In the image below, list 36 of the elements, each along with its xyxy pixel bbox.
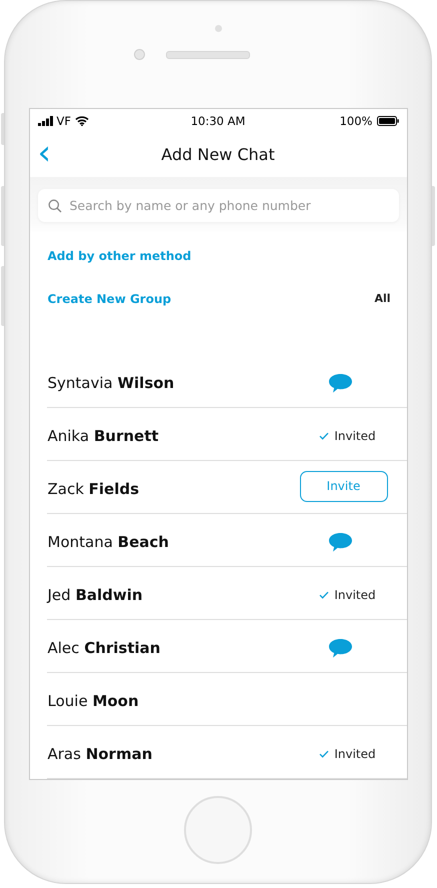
contact-name: Aras Norman bbox=[46, 745, 152, 763]
chat-bubble-icon bbox=[329, 532, 352, 552]
invited-label: Invited bbox=[334, 588, 376, 602]
invited-label: Invited bbox=[334, 747, 376, 761]
battery-icon bbox=[376, 116, 398, 126]
filter-button[interactable]: All bbox=[374, 292, 390, 305]
contact-row[interactable]: Louie Moon bbox=[46, 673, 406, 726]
carrier-name: VF bbox=[56, 114, 71, 128]
contact-name: Alec Christian bbox=[46, 639, 160, 657]
wifi-icon bbox=[74, 116, 89, 126]
camera-icon bbox=[134, 49, 145, 60]
battery-percent: 100% bbox=[340, 114, 372, 128]
contact-row[interactable]: Montana Beach bbox=[46, 514, 406, 567]
check-icon bbox=[319, 750, 330, 758]
status-time: 10:30 AM bbox=[190, 114, 246, 128]
contact-name: Montana Beach bbox=[46, 533, 169, 551]
check-icon bbox=[319, 432, 330, 440]
contact-row[interactable]: Alec Christian bbox=[46, 620, 406, 673]
search-field[interactable]: Search by name or any phone number bbox=[38, 189, 398, 222]
contact-name: Zack Fields bbox=[46, 480, 140, 498]
contact-row[interactable]: Aras Norman Invited bbox=[46, 726, 406, 779]
invited-label: Invited bbox=[334, 429, 376, 443]
contact-name: Syntavia Wilson bbox=[46, 374, 174, 392]
chat-bubble-icon bbox=[329, 374, 352, 392]
contact-name: Anika Burnett bbox=[46, 427, 159, 445]
screen-title: Add New Chat bbox=[161, 145, 275, 164]
signal-icon bbox=[38, 116, 52, 126]
chat-bubble-icon bbox=[329, 638, 352, 658]
check-icon bbox=[319, 591, 330, 599]
contact-name: Louie Moon bbox=[46, 692, 139, 710]
contact-row[interactable]: Syntavia Wilson bbox=[46, 355, 406, 408]
contact-row[interactable]: Zack Fields Invite bbox=[46, 461, 406, 514]
contact-name: Jed Baldwin bbox=[46, 586, 143, 604]
contact-row[interactable]: Jed Baldwin Invited bbox=[46, 567, 406, 620]
sensor-dot bbox=[214, 25, 222, 32]
contact-row[interactable]: Anika Burnett Invited bbox=[46, 408, 406, 461]
